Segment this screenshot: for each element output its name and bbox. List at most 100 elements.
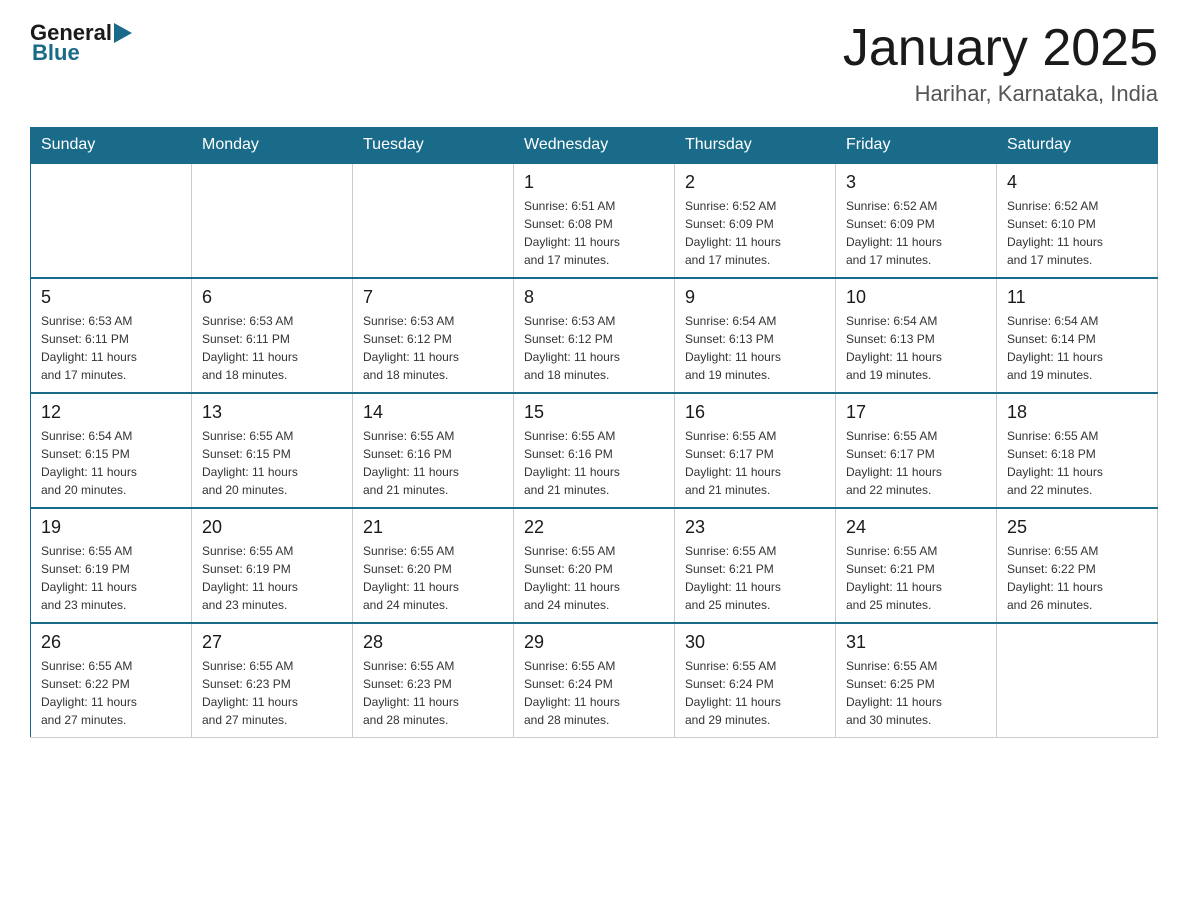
day-number: 4 [1007,172,1147,193]
day-number: 18 [1007,402,1147,423]
day-info: Sunrise: 6:54 AM Sunset: 6:15 PM Dayligh… [41,427,181,499]
logo: General Blue [30,20,136,66]
day-number: 28 [363,632,503,653]
day-number: 31 [846,632,986,653]
day-number: 10 [846,287,986,308]
page-header: General Blue January 2025 Harihar, Karna… [30,20,1158,107]
table-row: 18 Sunrise: 6:55 AM Sunset: 6:18 PM Dayli… [997,393,1158,508]
table-row: 22 Sunrise: 6:55 AM Sunset: 6:20 PM Dayli… [514,508,675,623]
table-row: 12 Sunrise: 6:54 AM Sunset: 6:15 PM Dayli… [31,393,192,508]
col-sunday: Sunday [31,128,192,164]
table-row [31,163,192,278]
day-info: Sunrise: 6:53 AM Sunset: 6:12 PM Dayligh… [524,312,664,384]
day-number: 23 [685,517,825,538]
day-info: Sunrise: 6:55 AM Sunset: 6:15 PM Dayligh… [202,427,342,499]
col-tuesday: Tuesday [353,128,514,164]
day-number: 5 [41,287,181,308]
day-number: 12 [41,402,181,423]
table-row: 3Sunrise: 6:52 AM Sunset: 6:09 PM Daylig… [836,163,997,278]
day-info: Sunrise: 6:55 AM Sunset: 6:22 PM Dayligh… [41,657,181,729]
table-row: 15 Sunrise: 6:55 AM Sunset: 6:16 PM Dayli… [514,393,675,508]
calendar-week-row: 5 Sunrise: 6:53 AM Sunset: 6:11 PM Daylig… [31,278,1158,393]
table-row: 2 Sunrise: 6:52 AM Sunset: 6:09 PM Daylig… [675,163,836,278]
day-number: 22 [524,517,664,538]
day-info: Sunrise: 6:55 AM Sunset: 6:21 PM Dayligh… [846,542,986,614]
logo-group: General Blue [30,20,136,66]
day-number: 6 [202,287,342,308]
table-row: 21Sunrise: 6:55 AM Sunset: 6:20 PM Dayli… [353,508,514,623]
col-wednesday: Wednesday [514,128,675,164]
table-row: 11 Sunrise: 6:54 AM Sunset: 6:14 PM Dayli… [997,278,1158,393]
calendar-week-row: 12 Sunrise: 6:54 AM Sunset: 6:15 PM Dayli… [31,393,1158,508]
day-info: Sunrise: 6:55 AM Sunset: 6:24 PM Dayligh… [524,657,664,729]
col-monday: Monday [192,128,353,164]
day-info: Sunrise: 6:55 AM Sunset: 6:17 PM Dayligh… [685,427,825,499]
table-row: 31 Sunrise: 6:55 AM Sunset: 6:25 PM Dayli… [836,623,997,738]
table-row: 5Sunrise: 6:53 AM Sunset: 6:11 PM Daylig… [31,278,192,393]
table-row: 25Sunrise: 6:55 AM Sunset: 6:22 PM Dayli… [997,508,1158,623]
day-info: Sunrise: 6:54 AM Sunset: 6:13 PM Dayligh… [846,312,986,384]
day-info: Sunrise: 6:55 AM Sunset: 6:16 PM Dayligh… [524,427,664,499]
day-info: Sunrise: 6:55 AM Sunset: 6:23 PM Dayligh… [202,657,342,729]
col-thursday: Thursday [675,128,836,164]
table-row: 16 Sunrise: 6:55 AM Sunset: 6:17 PM Dayli… [675,393,836,508]
col-saturday: Saturday [997,128,1158,164]
calendar-week-row: 1Sunrise: 6:51 AM Sunset: 6:08 PM Daylig… [31,163,1158,278]
day-info: Sunrise: 6:55 AM Sunset: 6:22 PM Dayligh… [1007,542,1147,614]
day-number: 17 [846,402,986,423]
day-number: 27 [202,632,342,653]
table-row: 9Sunrise: 6:54 AM Sunset: 6:13 PM Daylig… [675,278,836,393]
table-row: 7Sunrise: 6:53 AM Sunset: 6:12 PM Daylig… [353,278,514,393]
day-number: 29 [524,632,664,653]
day-info: Sunrise: 6:55 AM Sunset: 6:19 PM Dayligh… [41,542,181,614]
day-number: 2 [685,172,825,193]
day-info: Sunrise: 6:51 AM Sunset: 6:08 PM Dayligh… [524,197,664,269]
day-info: Sunrise: 6:55 AM Sunset: 6:17 PM Dayligh… [846,427,986,499]
table-row: 6 Sunrise: 6:53 AM Sunset: 6:11 PM Daylig… [192,278,353,393]
table-row: 13Sunrise: 6:55 AM Sunset: 6:15 PM Dayli… [192,393,353,508]
day-info: Sunrise: 6:54 AM Sunset: 6:13 PM Dayligh… [685,312,825,384]
table-row: 14 Sunrise: 6:55 AM Sunset: 6:16 PM Dayli… [353,393,514,508]
day-info: Sunrise: 6:52 AM Sunset: 6:10 PM Dayligh… [1007,197,1147,269]
day-info: Sunrise: 6:55 AM Sunset: 6:25 PM Dayligh… [846,657,986,729]
day-number: 24 [846,517,986,538]
day-number: 16 [685,402,825,423]
day-number: 3 [846,172,986,193]
table-row [997,623,1158,738]
table-row: 23 Sunrise: 6:55 AM Sunset: 6:21 PM Dayli… [675,508,836,623]
day-info: Sunrise: 6:55 AM Sunset: 6:20 PM Dayligh… [524,542,664,614]
table-row: 29 Sunrise: 6:55 AM Sunset: 6:24 PM Dayli… [514,623,675,738]
day-number: 26 [41,632,181,653]
table-row: 1Sunrise: 6:51 AM Sunset: 6:08 PM Daylig… [514,163,675,278]
table-row: 17 Sunrise: 6:55 AM Sunset: 6:17 PM Dayli… [836,393,997,508]
day-info: Sunrise: 6:55 AM Sunset: 6:21 PM Dayligh… [685,542,825,614]
table-row: 20Sunrise: 6:55 AM Sunset: 6:19 PM Dayli… [192,508,353,623]
table-row [353,163,514,278]
day-number: 15 [524,402,664,423]
title-section: January 2025 Harihar, Karnataka, India [843,20,1158,107]
day-info: Sunrise: 6:55 AM Sunset: 6:20 PM Dayligh… [363,542,503,614]
day-number: 19 [41,517,181,538]
table-row: 26 Sunrise: 6:55 AM Sunset: 6:22 PM Dayli… [31,623,192,738]
day-number: 11 [1007,287,1147,308]
day-info: Sunrise: 6:52 AM Sunset: 6:09 PM Dayligh… [685,197,825,269]
day-info: Sunrise: 6:55 AM Sunset: 6:16 PM Dayligh… [363,427,503,499]
logo-text-blue: Blue [32,40,80,66]
table-row: 27 Sunrise: 6:55 AM Sunset: 6:23 PM Dayli… [192,623,353,738]
day-info: Sunrise: 6:55 AM Sunset: 6:23 PM Dayligh… [363,657,503,729]
day-info: Sunrise: 6:53 AM Sunset: 6:11 PM Dayligh… [202,312,342,384]
day-info: Sunrise: 6:54 AM Sunset: 6:14 PM Dayligh… [1007,312,1147,384]
calendar-header-row: Sunday Monday Tuesday Wednesday Thursday… [31,128,1158,164]
table-row: 24 Sunrise: 6:55 AM Sunset: 6:21 PM Dayli… [836,508,997,623]
day-info: Sunrise: 6:55 AM Sunset: 6:18 PM Dayligh… [1007,427,1147,499]
col-friday: Friday [836,128,997,164]
calendar-week-row: 26 Sunrise: 6:55 AM Sunset: 6:22 PM Dayli… [31,623,1158,738]
day-number: 14 [363,402,503,423]
calendar-week-row: 19 Sunrise: 6:55 AM Sunset: 6:19 PM Dayli… [31,508,1158,623]
day-number: 30 [685,632,825,653]
table-row: 4 Sunrise: 6:52 AM Sunset: 6:10 PM Daylig… [997,163,1158,278]
table-row: 19 Sunrise: 6:55 AM Sunset: 6:19 PM Dayli… [31,508,192,623]
table-row [192,163,353,278]
table-row: 10 Sunrise: 6:54 AM Sunset: 6:13 PM Dayli… [836,278,997,393]
calendar-title: January 2025 [843,20,1158,77]
